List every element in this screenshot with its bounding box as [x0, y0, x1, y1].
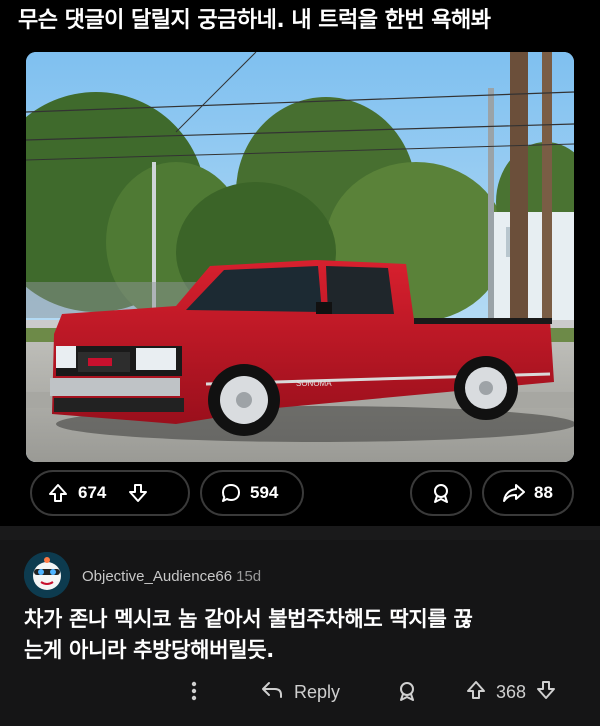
comment-body: 차가 존나 멕시코 놈 같아서 불법주차해도 딱지를 끊 는게 아니라 추방당해…	[24, 604, 594, 666]
upvote-icon[interactable]	[466, 680, 486, 705]
more-options-icon[interactable]	[190, 680, 198, 702]
post-image[interactable]: SONOMA	[26, 52, 574, 462]
comment-line-2: 는게 아니라 추방당해버릴듯.	[24, 638, 274, 662]
reply-button[interactable]: Reply	[260, 680, 340, 705]
truck-photo: SONOMA	[26, 52, 574, 462]
comment-bubble-icon	[220, 482, 242, 504]
comments-button[interactable]: 594	[200, 470, 304, 516]
upvote-icon[interactable]	[48, 483, 68, 503]
award-icon	[430, 482, 452, 504]
comment-line-1: 차가 존나 멕시코 놈 같아서 불법주차해도 딱지를 끊	[24, 607, 473, 631]
vote-pill: 674	[30, 470, 190, 516]
author-name[interactable]: Objective_Audience66	[82, 568, 232, 585]
sonoma-badge: SONOMA	[296, 379, 332, 388]
comment-upvote-count: 368	[496, 682, 527, 702]
comment-award-button[interactable]	[396, 680, 418, 707]
avatar[interactable]	[24, 552, 70, 598]
share-button[interactable]: 88	[482, 470, 574, 516]
comment-author[interactable]: Objective_Audience66 15d	[82, 568, 261, 585]
share-count: 88	[534, 483, 553, 502]
award-icon	[396, 680, 418, 707]
comment-vote: 368	[466, 680, 556, 705]
comment-count: 594	[250, 483, 279, 502]
reply-label: Reply	[294, 682, 341, 702]
comment-actions: Reply 368	[0, 676, 600, 710]
section-divider	[0, 526, 600, 540]
share-icon	[502, 482, 526, 504]
post-title: 무슨 댓글이 달릴지 궁금하네. 내 트럭을 한번 욕해봐	[18, 8, 491, 33]
downvote-icon[interactable]	[128, 483, 148, 503]
reply-icon	[260, 680, 284, 705]
upvote-count: 674	[78, 483, 107, 502]
post-action-bar: 674 594 88	[0, 470, 600, 518]
comment: Objective_Audience66 15d 차가 존나 멕시코 놈 같아서 …	[0, 540, 600, 726]
award-button[interactable]	[410, 470, 472, 516]
downvote-icon[interactable]	[536, 680, 556, 705]
comment-age: 15d	[236, 568, 262, 585]
